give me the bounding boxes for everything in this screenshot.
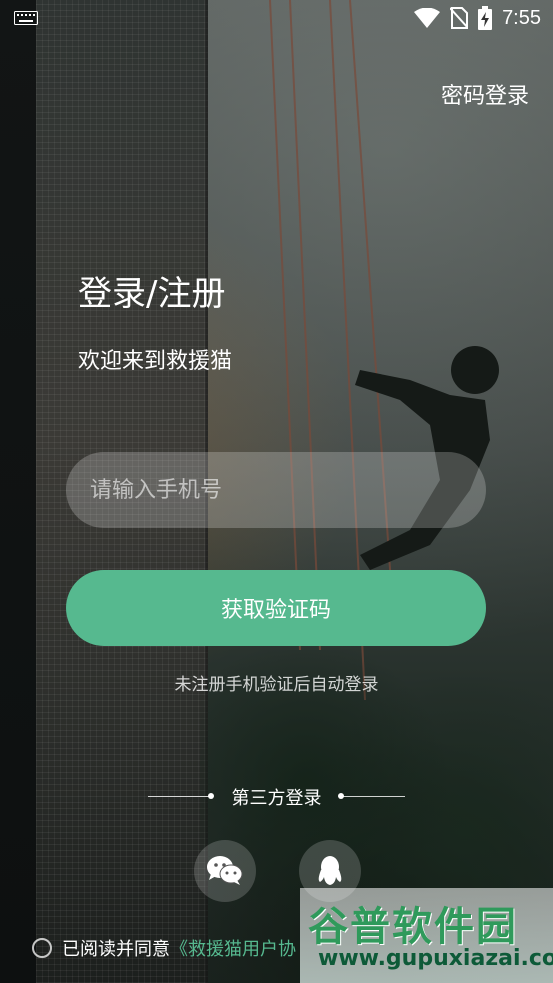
keyboard-icon [14, 11, 38, 25]
agreement-radio[interactable] [32, 938, 52, 958]
watermark-logo: 谷普软件园 www.gupuxiazai.com [300, 888, 553, 983]
wifi-icon [414, 8, 441, 28]
third-party-login-divider: 第三方登录 [0, 784, 553, 810]
get-verification-code-button[interactable]: 获取验证码 [66, 570, 486, 646]
wechat-login-button[interactable] [194, 840, 256, 902]
phone-number-input[interactable] [66, 452, 486, 528]
agreement-row: 已阅读并同意 《救援猫用户协 [32, 935, 296, 961]
page-title: 登录/注册 [78, 274, 226, 314]
watermark-url: www.gupuxiazai.com [318, 946, 553, 971]
watermark-title: 谷普软件园 [308, 904, 518, 950]
auto-register-hint: 未注册手机验证后自动登录 [174, 675, 379, 695]
qq-icon [318, 856, 342, 885]
agreement-prefix: 已阅读并同意 [62, 939, 170, 960]
user-agreement-link[interactable]: 《救援猫用户协 [170, 935, 296, 961]
divider-line-right [343, 796, 405, 797]
welcome-subtitle: 欢迎来到救援猫 [78, 349, 233, 374]
password-login-link[interactable]: 密码登录 [441, 78, 529, 110]
status-bar: 7:55 [0, 0, 553, 38]
third-party-login-label: 第三方登录 [231, 788, 322, 809]
battery-charging-icon [478, 6, 493, 30]
status-time: 7:55 [502, 6, 541, 29]
divider-dot-left [208, 793, 214, 799]
no-sim-icon [450, 7, 469, 29]
divider-line-left [148, 796, 210, 797]
wechat-icon [207, 856, 243, 885]
